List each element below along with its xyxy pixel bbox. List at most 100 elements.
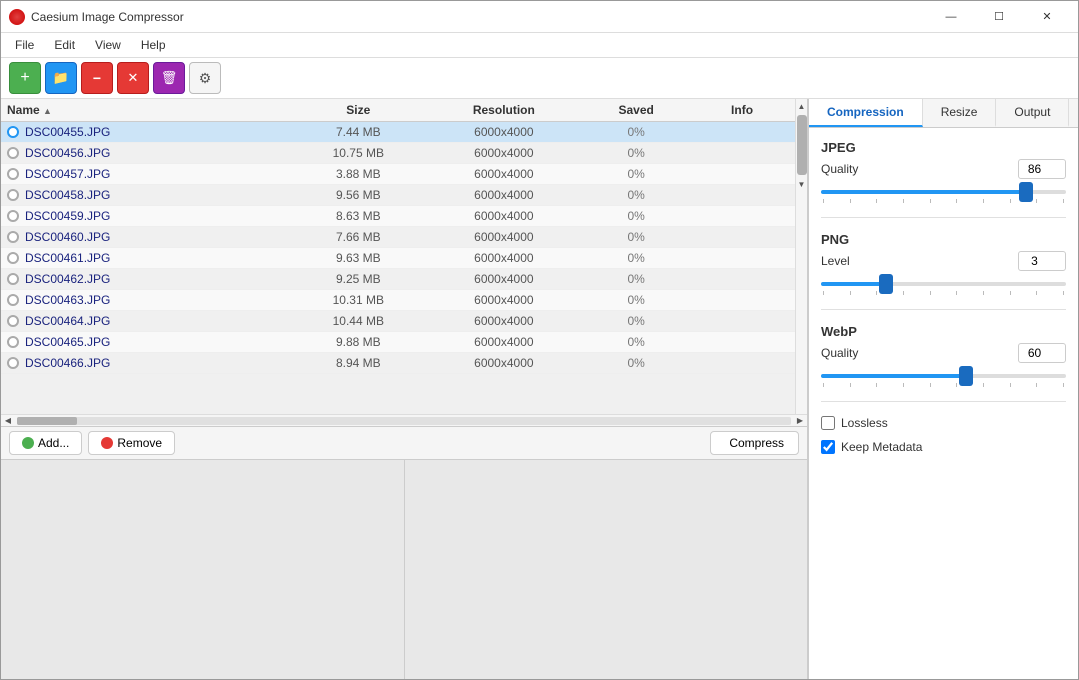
- maximize-button[interactable]: ☐: [976, 7, 1022, 27]
- png-slider-container: [821, 275, 1066, 289]
- clear-button[interactable]: ✕: [117, 62, 149, 94]
- table-row[interactable]: DSC00460.JPG 7.66 MB 6000x4000 0%: [1, 227, 795, 248]
- table-row[interactable]: DSC00464.JPG 10.44 MB 6000x4000 0%: [1, 311, 795, 332]
- left-panel: Name ▲ Size Resolution Saved Info: [1, 99, 808, 679]
- compress-label: Compress: [729, 436, 784, 450]
- file-resolution-2: 6000x4000: [424, 164, 583, 185]
- menu-edit[interactable]: Edit: [44, 35, 85, 55]
- table-row[interactable]: DSC00459.JPG 8.63 MB 6000x4000 0%: [1, 206, 795, 227]
- lossless-checkbox[interactable]: [821, 416, 835, 430]
- trash-icon: 🗑: [161, 70, 178, 86]
- title-bar-controls: — ☐ ✕: [928, 7, 1070, 27]
- trash-button[interactable]: 🗑: [153, 62, 185, 94]
- file-info-11: [689, 353, 795, 374]
- add-button[interactable]: Add...: [9, 431, 82, 455]
- file-status-icon: [7, 294, 19, 306]
- file-saved-5: 0%: [583, 227, 689, 248]
- open-folder-button[interactable]: 📁: [45, 62, 77, 94]
- file-saved-10: 0%: [583, 332, 689, 353]
- file-saved-0: 0%: [583, 122, 689, 143]
- scroll-up-button[interactable]: ▲: [796, 99, 807, 113]
- settings-icon: ⚙: [199, 70, 212, 87]
- file-name: DSC00465.JPG: [25, 335, 110, 349]
- menu-help[interactable]: Help: [131, 35, 176, 55]
- file-saved-6: 0%: [583, 248, 689, 269]
- table-row[interactable]: DSC00461.JPG 9.63 MB 6000x4000 0%: [1, 248, 795, 269]
- title-bar-left: Caesium Image Compressor: [9, 9, 184, 25]
- file-info-6: [689, 248, 795, 269]
- add-file-button[interactable]: +: [9, 62, 41, 94]
- jpeg-quality-input[interactable]: [1018, 159, 1066, 179]
- file-info-5: [689, 227, 795, 248]
- right-panel: Compression Resize Output JPEG Quality: [808, 99, 1078, 679]
- file-name-cell-2: DSC00457.JPG: [1, 164, 292, 185]
- table-row[interactable]: DSC00462.JPG 9.25 MB 6000x4000 0%: [1, 269, 795, 290]
- webp-quality-input[interactable]: [1018, 343, 1066, 363]
- keep-metadata-label[interactable]: Keep Metadata: [841, 440, 922, 454]
- col-resolution[interactable]: Resolution: [424, 99, 583, 122]
- scroll-left-button[interactable]: ◀: [1, 415, 15, 426]
- app-icon: [9, 9, 25, 25]
- file-resolution-8: 6000x4000: [424, 290, 583, 311]
- file-name: DSC00458.JPG: [25, 188, 110, 202]
- keep-metadata-checkbox[interactable]: [821, 440, 835, 454]
- window-title: Caesium Image Compressor: [31, 10, 184, 24]
- file-info-8: [689, 290, 795, 311]
- png-section: PNG Level: [821, 232, 1066, 295]
- scroll-thumb[interactable]: [797, 115, 807, 175]
- table-row[interactable]: DSC00455.JPG 7.44 MB 6000x4000 0%: [1, 122, 795, 143]
- remove-icon-btn: [101, 437, 113, 449]
- main-window: Caesium Image Compressor — ☐ ✕ File Edit…: [0, 0, 1079, 680]
- vertical-scrollbar[interactable]: ▲ ▼: [795, 99, 807, 414]
- horizontal-scrollbar[interactable]: ◀ ▶: [1, 414, 807, 426]
- compress-button[interactable]: Compress: [710, 431, 799, 455]
- table-row[interactable]: DSC00465.JPG 9.88 MB 6000x4000 0%: [1, 332, 795, 353]
- col-name[interactable]: Name ▲: [1, 99, 292, 122]
- file-size-3: 9.56 MB: [292, 185, 424, 206]
- file-list-scroll[interactable]: Name ▲ Size Resolution Saved Info: [1, 99, 795, 414]
- png-level-slider[interactable]: [821, 282, 1066, 286]
- scroll-right-button[interactable]: ▶: [793, 415, 807, 426]
- table-row[interactable]: DSC00458.JPG 9.56 MB 6000x4000 0%: [1, 185, 795, 206]
- file-saved-3: 0%: [583, 185, 689, 206]
- settings-button[interactable]: ⚙: [189, 62, 221, 94]
- file-status-icon: [7, 357, 19, 369]
- table-row[interactable]: DSC00466.JPG 8.94 MB 6000x4000 0%: [1, 353, 795, 374]
- webp-quality-slider[interactable]: [821, 374, 1066, 378]
- jpeg-slider-container: [821, 183, 1066, 197]
- action-bar-left: Add... Remove: [9, 431, 175, 455]
- col-saved[interactable]: Saved: [583, 99, 689, 122]
- file-resolution-6: 6000x4000: [424, 248, 583, 269]
- menu-view[interactable]: View: [85, 35, 131, 55]
- preview-compressed: [405, 460, 808, 679]
- minimize-button[interactable]: —: [928, 7, 974, 27]
- file-name-cell-3: DSC00458.JPG: [1, 185, 292, 206]
- file-size-1: 10.75 MB: [292, 143, 424, 164]
- table-row[interactable]: DSC00456.JPG 10.75 MB 6000x4000 0%: [1, 143, 795, 164]
- jpeg-quality-slider[interactable]: [821, 190, 1066, 194]
- file-status-icon: [7, 315, 19, 327]
- table-row[interactable]: DSC00457.JPG 3.88 MB 6000x4000 0%: [1, 164, 795, 185]
- png-level-input[interactable]: [1018, 251, 1066, 271]
- scroll-down-button[interactable]: ▼: [796, 177, 807, 191]
- table-row[interactable]: DSC00463.JPG 10.31 MB 6000x4000 0%: [1, 290, 795, 311]
- menu-file[interactable]: File: [5, 35, 44, 55]
- tab-resize[interactable]: Resize: [923, 99, 997, 127]
- file-info-9: [689, 311, 795, 332]
- lossless-label[interactable]: Lossless: [841, 416, 888, 430]
- scroll-thumb-h[interactable]: [17, 417, 77, 425]
- remove-list-button[interactable]: Remove: [88, 431, 175, 455]
- file-saved-8: 0%: [583, 290, 689, 311]
- webp-quality-row: Quality: [821, 343, 1066, 363]
- close-button[interactable]: ✕: [1024, 7, 1070, 27]
- add-file-icon: +: [20, 69, 29, 87]
- tab-output[interactable]: Output: [996, 99, 1069, 127]
- col-info[interactable]: Info: [689, 99, 795, 122]
- tab-compression[interactable]: Compression: [809, 99, 923, 127]
- file-name: DSC00456.JPG: [25, 146, 110, 160]
- file-name: DSC00460.JPG: [25, 230, 110, 244]
- file-name: DSC00463.JPG: [25, 293, 110, 307]
- col-size[interactable]: Size: [292, 99, 424, 122]
- remove-button[interactable]: −: [81, 62, 113, 94]
- file-name-cell-0: DSC00455.JPG: [1, 122, 292, 143]
